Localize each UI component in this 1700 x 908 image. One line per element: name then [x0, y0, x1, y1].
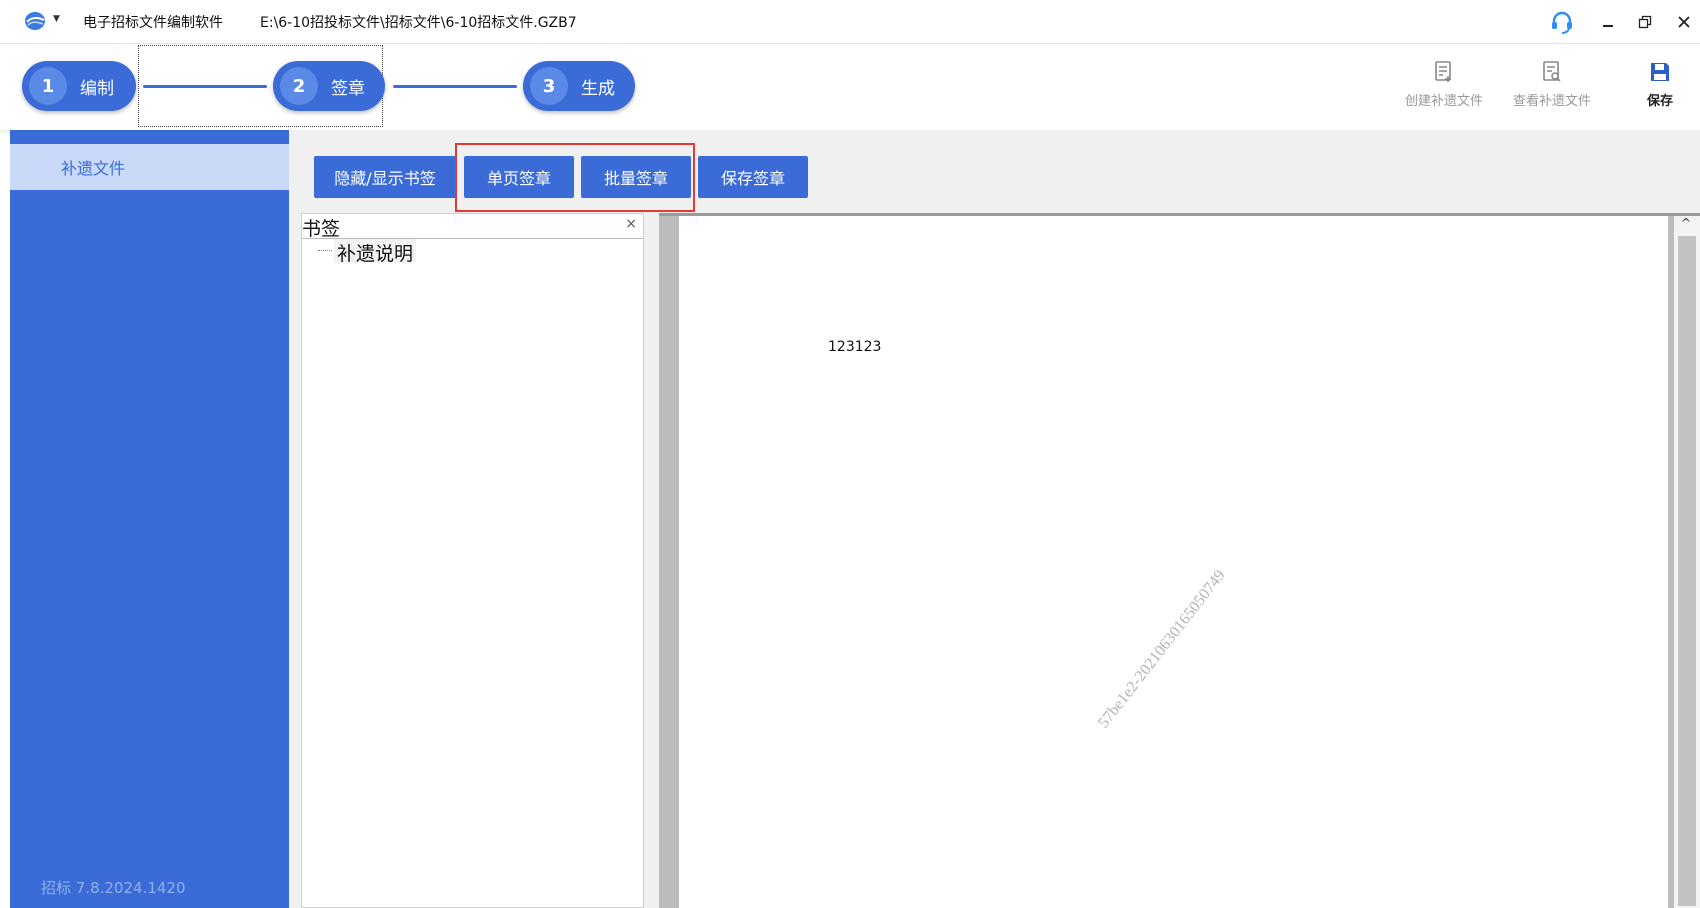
- main-content: 隐藏/显示书签 单页签章 批量签章 保存签章 书签 × 补遗说明 123123 …: [289, 130, 1700, 908]
- view-addendum-button[interactable]: 查看补遗文件: [1506, 60, 1598, 116]
- save-label: 保存: [1646, 94, 1673, 109]
- bookmark-panel: 书签 × 补遗说明: [301, 213, 644, 908]
- step-label: 编制: [80, 78, 114, 99]
- minimize-icon[interactable]: [1595, 8, 1621, 36]
- step-number: 1: [29, 67, 67, 105]
- step-number: 2: [280, 67, 318, 105]
- app-window: ▼ 电子招标文件编制软件 E:\6-10招投标文件\招标文件\6-10招标文件.…: [0, 0, 1700, 908]
- step-bar: 1 编制 2 签章 3 生成 创建补遗文件 查看补遗文件 保存: [0, 44, 1700, 130]
- version-text: 招标 7.8.2024.1420: [41, 879, 186, 897]
- document-viewer: 123123 57be1e2-20210630165050749 ^: [659, 213, 1700, 908]
- view-addendum-label: 查看补遗文件: [1512, 94, 1591, 109]
- save-stamp-button[interactable]: 保存签章: [698, 156, 808, 198]
- document-add-icon: [1432, 60, 1456, 84]
- toggle-bookmark-button[interactable]: 隐藏/显示书签: [314, 156, 456, 198]
- file-path: E:\6-10招投标文件\招标文件\6-10招标文件.GZB7: [260, 15, 577, 31]
- save-icon: [1648, 60, 1672, 84]
- bookmark-node[interactable]: 补遗说明: [334, 239, 417, 265]
- sidebar: 补遗文件 招标 7.8.2024.1420: [10, 130, 289, 908]
- sidebar-item-label: 补遗文件: [61, 159, 126, 178]
- create-addendum-button[interactable]: 创建补遗文件: [1398, 60, 1490, 116]
- step-connector: [143, 85, 267, 88]
- vertical-scrollbar[interactable]: ^: [1674, 216, 1700, 908]
- step-sign[interactable]: 2 签章: [273, 61, 385, 111]
- close-icon[interactable]: ×: [625, 216, 637, 232]
- highlight-annotation: [455, 143, 695, 212]
- step-label: 生成: [581, 78, 615, 99]
- app-logo-icon[interactable]: [24, 11, 46, 31]
- scroll-thumb[interactable]: [1678, 236, 1696, 906]
- step-number: 3: [530, 67, 568, 105]
- bookmark-title: 书签: [302, 218, 341, 240]
- close-icon[interactable]: [1671, 8, 1697, 36]
- step-generate[interactable]: 3 生成: [523, 61, 635, 111]
- save-button[interactable]: 保存: [1640, 60, 1680, 116]
- app-name: 电子招标文件编制软件: [83, 15, 223, 31]
- step-connector: [393, 85, 517, 88]
- step-label: 签章: [331, 78, 365, 99]
- bookmark-tree: 补遗说明: [302, 239, 643, 907]
- scroll-up-icon[interactable]: ^: [1681, 216, 1691, 230]
- title-bar: ▼ 电子招标文件编制软件 E:\6-10招投标文件\招标文件\6-10招标文件.…: [0, 0, 1700, 44]
- step-compile[interactable]: 1 编制: [22, 61, 136, 111]
- sidebar-item-addendum[interactable]: 补遗文件: [10, 144, 289, 190]
- watermark: 57be1e2-20210630165050749: [1095, 566, 1229, 732]
- document-search-icon: [1540, 60, 1564, 84]
- menu-dropdown-icon[interactable]: ▼: [53, 14, 60, 24]
- create-addendum-label: 创建补遗文件: [1404, 94, 1483, 109]
- document-page: 123123 57be1e2-20210630165050749: [679, 216, 1668, 908]
- tree-connector: [318, 250, 332, 251]
- document-text: 123123: [828, 339, 882, 355]
- restore-icon[interactable]: [1632, 8, 1658, 36]
- headset-icon[interactable]: [1549, 8, 1575, 36]
